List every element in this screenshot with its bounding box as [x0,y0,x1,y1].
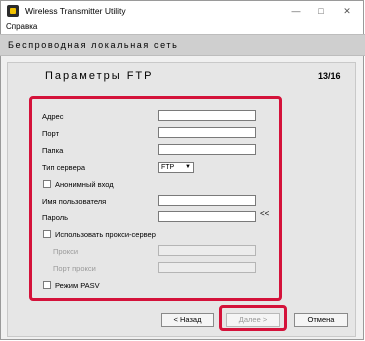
password-label: Пароль [42,213,69,222]
maximize-icon[interactable]: □ [311,5,331,17]
use-proxy-checkbox[interactable] [43,230,51,238]
username-field[interactable] [158,195,256,206]
back-button[interactable]: < Назад [161,313,214,327]
proxy-port-label: Порт прокси [53,264,96,273]
address-field[interactable] [158,110,256,121]
page-counter: 13/16 [318,71,341,81]
anonymous-checkbox[interactable] [43,180,51,188]
username-label: Имя пользователя [42,197,107,206]
server-type-value: FTP [161,164,175,171]
section-title: Беспроводная локальная сеть [8,40,179,50]
pasv-checkbox[interactable] [43,281,51,289]
pasv-label: Режим PASV [55,281,100,290]
anonymous-label: Анонимный вход [55,180,114,189]
proxy-label: Прокси [53,247,79,256]
cancel-button[interactable]: Отмена [294,313,348,327]
next-button-highlight [219,305,287,331]
menu-help[interactable]: Справка [6,22,37,31]
section-header: Беспроводная локальная сеть [0,34,365,56]
server-type-label: Тип сервера [42,163,86,172]
server-type-select[interactable]: FTP ▼ [158,162,194,173]
proxy-field[interactable] [158,245,256,256]
reveal-password-button[interactable]: << [260,209,269,218]
close-icon[interactable]: ✕ [337,5,357,17]
port-field[interactable] [158,127,256,138]
password-field[interactable] [158,211,256,222]
chevron-down-icon: ▼ [185,164,191,170]
address-label: Адрес [42,112,64,121]
folder-label: Папка [42,146,64,155]
app-icon [7,5,19,17]
menu-bar: Справка [1,21,363,34]
proxy-port-field[interactable] [158,262,256,273]
window-title: Wireless Transmitter Utility [25,6,126,16]
page-title: Параметры FTP [45,70,154,82]
minimize-icon[interactable]: — [286,5,306,17]
use-proxy-label: Использовать прокси-сервер [55,230,156,239]
port-label: Порт [42,129,60,138]
title-bar: Wireless Transmitter Utility — □ ✕ [1,1,363,21]
folder-field[interactable] [158,144,256,155]
